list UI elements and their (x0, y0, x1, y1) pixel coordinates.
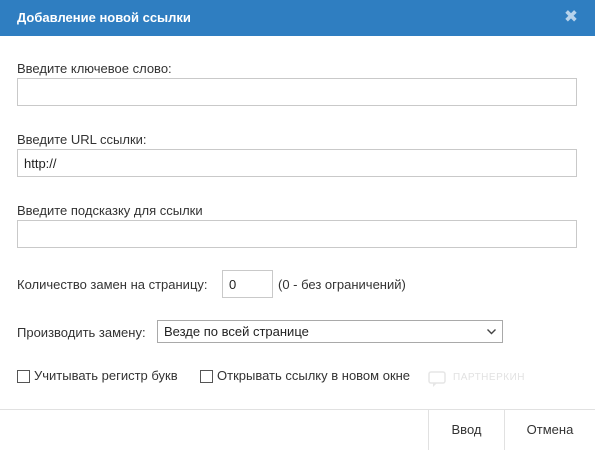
replacements-label: Количество замен на страницу: (17, 277, 208, 292)
new-window-label: Открывать ссылку в новом окне (217, 368, 411, 383)
watermark-text: ПАРТНЕРКИН (453, 372, 525, 383)
keyword-input[interactable] (17, 78, 577, 106)
replacements-input[interactable] (222, 270, 273, 298)
case-sensitive-checkbox[interactable] (17, 370, 30, 383)
replace-mode-select[interactable]: Везде по всей странице (157, 320, 503, 343)
case-sensitive-label: Учитывать регистр букв (34, 368, 178, 383)
hint-input[interactable] (17, 220, 577, 248)
dialog-footer: Ввод Отмена (0, 409, 595, 450)
replace-mode-value: Везде по всей странице (164, 324, 309, 339)
cancel-button[interactable]: Отмена (504, 410, 595, 450)
new-window-checkbox[interactable] (200, 370, 213, 383)
replace-mode-label: Производить замену: (17, 325, 146, 340)
add-link-dialog: Добавление новой ссылки ✖ Введите ключев… (0, 0, 595, 450)
close-icon[interactable]: ✖ (561, 7, 581, 27)
hint-label: Введите подсказку для ссылки (17, 203, 203, 218)
submit-button[interactable]: Ввод (428, 410, 504, 450)
url-label: Введите URL ссылки: (17, 132, 147, 147)
dialog-title: Добавление новой ссылки (17, 10, 191, 25)
url-input[interactable] (17, 149, 577, 177)
replacements-note: (0 - без ограничений) (278, 277, 406, 292)
dialog-titlebar: Добавление новой ссылки ✖ (0, 0, 595, 36)
keyword-label: Введите ключевое слово: (17, 61, 172, 76)
chevron-down-icon (487, 329, 496, 335)
watermark-logo-icon (428, 371, 446, 387)
